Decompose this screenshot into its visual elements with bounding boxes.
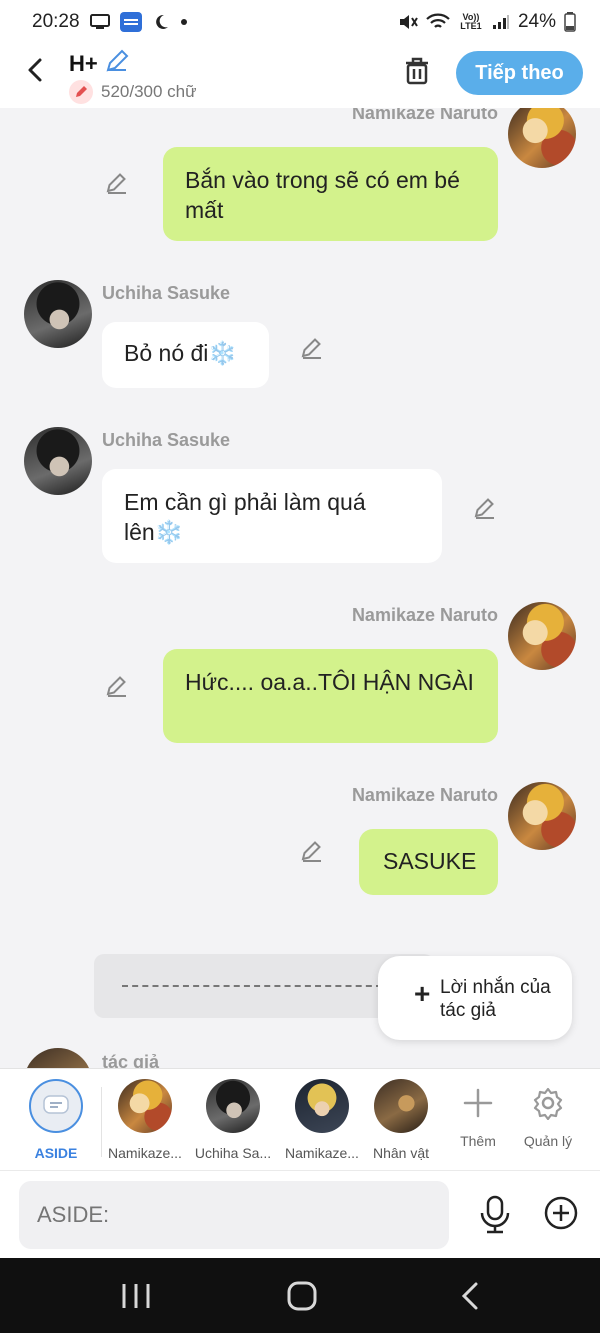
character-generic[interactable]: Nhân vật xyxy=(356,1079,446,1161)
message-bubble[interactable]: Bỏ nó đi❄️ xyxy=(102,322,269,388)
dot-icon xyxy=(180,18,188,26)
pencil-badge-icon xyxy=(69,80,93,104)
author-avatar[interactable] xyxy=(24,1048,92,1068)
nav-back-icon[interactable] xyxy=(454,1280,490,1312)
signal-icon xyxy=(492,14,510,30)
wifi-icon xyxy=(426,13,450,31)
character-avatar xyxy=(295,1079,349,1133)
sender-name: Namikaze Naruto xyxy=(351,785,498,805)
sasuke-avatar[interactable] xyxy=(24,280,92,348)
character-label: Nhân vật xyxy=(372,1145,430,1161)
character-avatar xyxy=(206,1079,260,1133)
tool-label: Thêm xyxy=(460,1133,496,1149)
character-label: ASIDE xyxy=(34,1145,78,1161)
author-note-label: Lời nhắn của tác giả xyxy=(440,977,551,1021)
home-icon[interactable] xyxy=(284,1280,320,1312)
message-input-bar xyxy=(0,1170,600,1258)
edit-message-pencil-icon[interactable] xyxy=(104,170,130,196)
character-avatar xyxy=(374,1079,428,1133)
edit-message-pencil-icon[interactable] xyxy=(299,335,325,361)
naruto-avatar[interactable] xyxy=(508,108,576,168)
add-character-button[interactable]: Thêm xyxy=(443,1083,513,1149)
character-label: Uchiha Sa... xyxy=(194,1145,272,1161)
aside-chat-icon xyxy=(29,1079,83,1133)
word-counter: 520/300 chữ xyxy=(69,80,197,104)
naruto-avatar[interactable] xyxy=(508,782,576,850)
moon-icon xyxy=(152,13,170,31)
back-arrow-icon[interactable] xyxy=(22,56,50,84)
message-input[interactable] xyxy=(19,1181,449,1249)
mute-icon xyxy=(398,13,418,31)
character-sasuke[interactable]: Uchiha Sa... xyxy=(188,1079,278,1161)
status-time: 20:28 xyxy=(32,11,80,32)
sender-name: Namikaze Naruto xyxy=(351,605,498,625)
sender-name: tác giả xyxy=(102,1052,160,1068)
volte-label: Vo)) LTE1 xyxy=(460,12,482,31)
character-minato[interactable]: Namikaze... xyxy=(277,1079,367,1161)
edit-title-pencil-icon[interactable] xyxy=(104,48,130,80)
plus-icon xyxy=(443,1083,513,1123)
sender-name: Uchiha Sasuke xyxy=(102,283,231,303)
manage-characters-button[interactable]: Quản lý xyxy=(513,1083,583,1149)
sender-name: Namikaze Naruto xyxy=(351,108,498,123)
dashed-divider xyxy=(122,985,382,987)
chapter-title[interactable]: H+ xyxy=(69,48,130,80)
novel-toon-icon xyxy=(119,12,142,32)
tool-label: Quản lý xyxy=(523,1133,573,1149)
message-bubble[interactable]: SASUKE xyxy=(359,829,498,895)
sasuke-avatar[interactable] xyxy=(24,427,92,495)
sender-name: Uchiha Sasuke xyxy=(102,430,231,450)
microphone-icon[interactable] xyxy=(477,1195,513,1235)
battery-icon xyxy=(564,12,576,32)
system-navigation-bar xyxy=(0,1258,600,1333)
status-bar: 20:28 Vo)) LTE1 24% xyxy=(0,0,600,44)
message-bubble[interactable]: Bắn vào trong sẽ có em bé mất xyxy=(163,147,498,241)
edit-message-pencil-icon[interactable] xyxy=(472,495,498,521)
message-bubble[interactable]: Hức.... oa.a..TÔI HẬN NGÀI xyxy=(163,649,498,743)
character-avatar xyxy=(118,1079,172,1133)
word-count-text: 520/300 chữ xyxy=(101,82,197,101)
battery-percent: 24% xyxy=(517,11,556,32)
add-circle-icon[interactable] xyxy=(543,1195,579,1231)
character-naruto[interactable]: Namikaze... xyxy=(100,1079,190,1161)
character-label: Namikaze... xyxy=(108,1145,182,1161)
character-aside[interactable]: ASIDE xyxy=(11,1079,101,1161)
plus-icon: + xyxy=(414,978,431,1009)
next-button[interactable]: Tiếp theo xyxy=(456,51,583,95)
chapter-title-text: H+ xyxy=(69,51,98,76)
gear-icon xyxy=(513,1083,583,1123)
author-note-button[interactable]: + Lời nhắn của tác giả xyxy=(378,956,572,1040)
message-bubble[interactable]: Em cần gì phải làm quá lên❄️ xyxy=(102,469,442,563)
chat-area[interactable]: Namikaze Naruto Bắn vào trong sẽ có em b… xyxy=(0,108,600,1068)
edit-message-pencil-icon[interactable] xyxy=(104,673,130,699)
trash-icon[interactable] xyxy=(400,54,434,88)
recent-apps-icon[interactable] xyxy=(118,1280,154,1312)
naruto-avatar[interactable] xyxy=(508,602,576,670)
screen-cast-icon xyxy=(89,14,110,30)
character-selector: ASIDE Namikaze... Uchiha Sa... Namikaze.… xyxy=(0,1068,600,1170)
editor-header: H+ 520/300 chữ Tiếp theo xyxy=(0,44,600,108)
edit-message-pencil-icon[interactable] xyxy=(299,838,325,864)
character-label: Namikaze... xyxy=(285,1145,359,1161)
volte-icon: Vo)) LTE1 xyxy=(458,13,484,31)
